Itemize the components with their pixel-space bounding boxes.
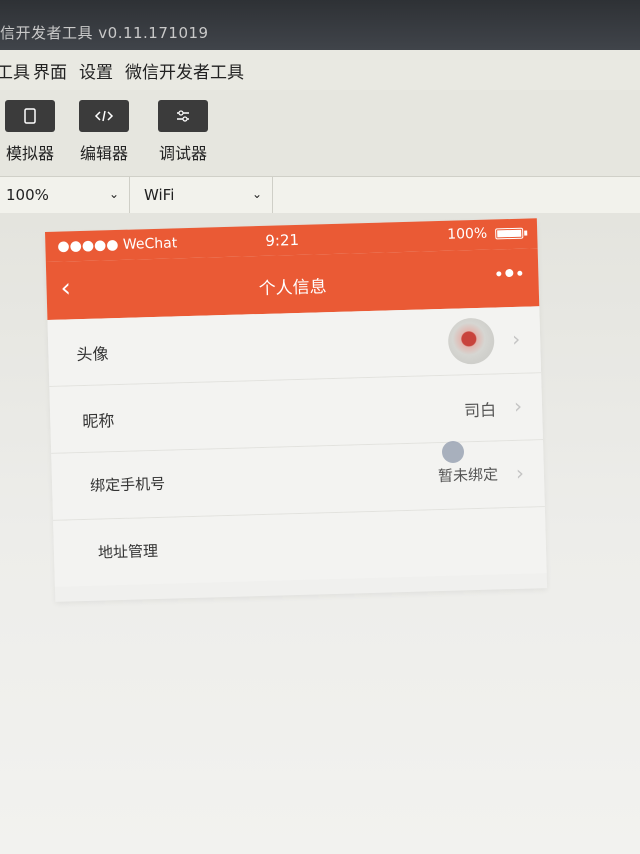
window-title: 信开发者工具 v0.11.171019 (0, 24, 209, 42)
battery-icon (495, 227, 524, 240)
simulator-button[interactable]: 模拟器 (0, 100, 60, 164)
chevron-right-icon: › (511, 326, 521, 351)
editor-button[interactable]: 编辑器 (74, 100, 134, 164)
battery-tip (524, 230, 528, 236)
debugger-label: 调试器 (158, 144, 207, 163)
menu-item-devtools[interactable]: 微信开发者工具 (125, 58, 244, 83)
row-label: 头像 (76, 344, 109, 365)
window-title-bar: 信开发者工具 v0.11.171019 (0, 0, 640, 50)
simulator-settings-bar: 100% ⌄ WiFi ⌄ (0, 176, 640, 214)
row-label: 昵称 (82, 411, 115, 432)
row-value: 暂未绑定 (437, 465, 499, 486)
editor-label: 编辑器 (79, 144, 128, 163)
debugger-button[interactable]: 调试器 (153, 100, 213, 164)
list-item-address[interactable]: 地址管理 (53, 507, 547, 587)
sliders-icon (158, 100, 208, 132)
chevron-right-icon: › (515, 460, 525, 485)
carrier-label: ●●●●● WeChat (57, 235, 178, 255)
row-label: 地址管理 (97, 541, 159, 562)
network-value: WiFi (144, 186, 175, 204)
more-dots-icon[interactable] (496, 268, 523, 278)
network-select[interactable]: WiFi ⌄ (130, 177, 273, 213)
phone-icon (5, 100, 55, 132)
avatar (447, 317, 495, 365)
chevron-right-icon: › (513, 393, 523, 418)
row-value: 司白 (463, 400, 497, 421)
menu-bar: 工具 界面 设置 微信开发者工具 (0, 50, 640, 90)
zoom-value: 100% (6, 186, 49, 204)
page-title: 个人信息 (258, 277, 327, 300)
menu-item-tools[interactable]: 工具 (0, 58, 30, 83)
main-toolbar: 模拟器 编辑器 调试器 (0, 90, 640, 176)
phone-simulator: ●●●●● WeChat 9:21 100% ‹ 个人信息 头像 › 昵称 司白… (45, 218, 548, 602)
menu-item-settings[interactable]: 设置 (79, 58, 113, 83)
menu-item-view[interactable]: 界面 (33, 58, 67, 83)
simulator-touch-cursor (442, 441, 464, 463)
code-icon (79, 100, 129, 132)
zoom-select[interactable]: 100% ⌄ (0, 177, 130, 213)
profile-list: 头像 › 昵称 司白 › 绑定手机号 暂未绑定 › 地址管理 (47, 306, 547, 587)
chevron-down-icon: ⌄ (251, 187, 262, 201)
simulator-label: 模拟器 (5, 144, 54, 163)
chevron-down-icon: ⌄ (108, 187, 119, 201)
status-time: 9:21 (265, 230, 300, 250)
row-label: 绑定手机号 (89, 474, 166, 495)
battery-percent: 100% (446, 225, 488, 243)
